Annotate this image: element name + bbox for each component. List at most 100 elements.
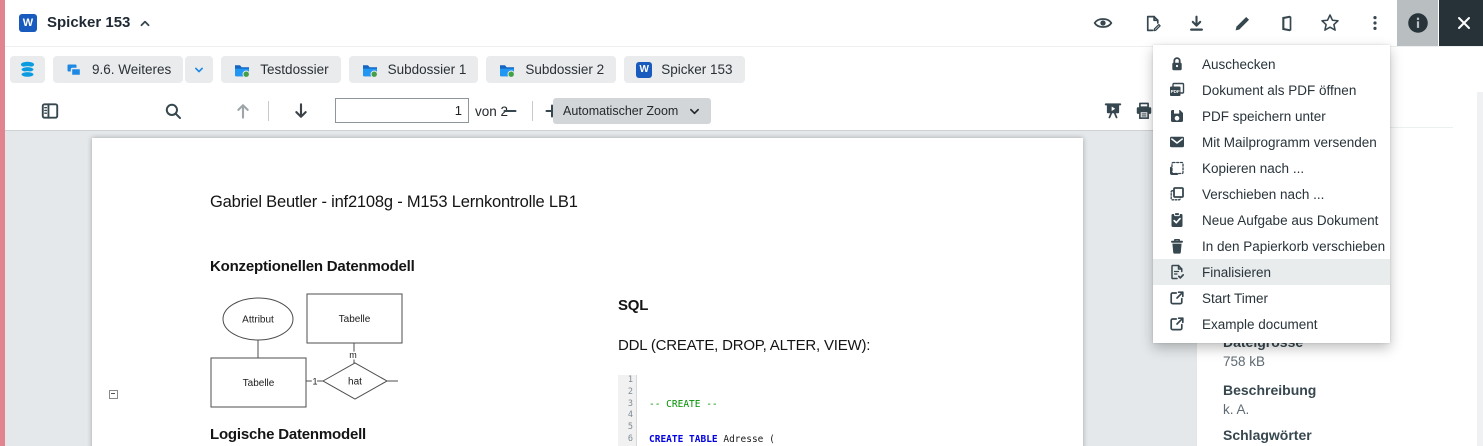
eye-icon (1093, 13, 1113, 33)
menu-item-dokument-als-pdf-oeffnen[interactable]: PDF Dokument als PDF öffnen (1153, 77, 1390, 103)
close-icon (1455, 14, 1473, 32)
next-page-button[interactable] (283, 93, 319, 129)
search-icon (163, 101, 183, 121)
more-options-button[interactable] (1357, 5, 1393, 41)
edit-document-button[interactable] (1134, 5, 1170, 41)
search-button[interactable] (155, 93, 191, 129)
mail-icon (1168, 133, 1186, 151)
zoom-out-button[interactable] (492, 93, 528, 129)
pdf-page: Gabriel Beutler - inf2108g - M153 Lernko… (92, 138, 1083, 446)
menu-item-label: In den Papierkorb verschieben (1202, 239, 1385, 254)
zoom-select-value: Automatischer Zoom (563, 104, 678, 118)
finalize-icon (1168, 263, 1186, 281)
page-title: Spicker 153 (47, 14, 130, 31)
breadcrumb-item-weiteres[interactable]: 9.6. Weiteres (53, 56, 183, 83)
word-document-icon (636, 62, 652, 78)
pencil-icon (1233, 14, 1252, 33)
save-icon (1168, 107, 1186, 125)
er-diagram: Attribut Tabelle Tabelle hat 1 m (200, 285, 410, 420)
move-icon (1168, 185, 1186, 203)
breadcrumb-label: 9.6. Weiteres (92, 62, 171, 77)
zoom-select[interactable]: Automatischer Zoom (553, 98, 711, 124)
preview-button[interactable] (1085, 5, 1121, 41)
title-bar: Spicker 153 (5, 0, 1483, 47)
menu-item-in-den-papierkorb-verschieben[interactable]: In den Papierkorb verschieben (1153, 233, 1390, 259)
menu-item-label: Neue Aufgabe aus Dokument (1202, 213, 1378, 228)
favorite-button[interactable] (1312, 5, 1348, 41)
field-value-dateigroesse: 758 kB (1223, 354, 1265, 369)
heading-logical-model: Logische Datenmodell (210, 426, 366, 443)
heading-conceptual-model: Konzeptionellen Datenmodell (210, 258, 415, 275)
diagram-cardinality-m: m (349, 350, 357, 360)
toolbar-divider (532, 101, 533, 121)
code-fold-marker[interactable] (109, 390, 118, 399)
file-edit-icon (1143, 14, 1162, 33)
menu-item-label: Auschecken (1202, 57, 1276, 72)
menu-item-auschecken[interactable]: Auschecken (1153, 51, 1390, 77)
star-icon (1320, 13, 1340, 33)
info-panel-button[interactable] (1397, 0, 1438, 46)
code-line-numbers: 123456 (618, 375, 637, 446)
minus-icon (501, 102, 519, 120)
menu-item-label: Start Timer (1202, 291, 1268, 306)
page-number-input[interactable] (335, 98, 469, 123)
menu-item-verschieben-nach[interactable]: Verschieben nach ... (1153, 181, 1390, 207)
menu-item-mit-mailprogramm-versenden[interactable]: Mit Mailprogramm versenden (1153, 129, 1390, 155)
lock-icon (1168, 55, 1186, 73)
folder-icon (498, 61, 516, 79)
annotate-button[interactable] (1224, 5, 1260, 41)
ddl-line: DDL (CREATE, DROP, ALTER, VIEW): (618, 337, 870, 354)
pdf-toolbar: von 2 Automatischer Zoom (5, 92, 1196, 131)
kebab-menu-icon (1366, 14, 1384, 32)
left-accent-border (0, 0, 5, 446)
menu-item-label: Verschieben nach ... (1202, 187, 1324, 202)
open-in-office-button[interactable] (1268, 5, 1304, 41)
print-icon (1134, 101, 1154, 121)
menu-item-label: Mit Mailprogramm versenden (1202, 135, 1377, 150)
pdf-document-icon: PDF (1168, 81, 1186, 99)
previous-page-button[interactable] (225, 93, 261, 129)
breadcrumb-label: Testdossier (260, 62, 328, 77)
menu-item-finalisieren[interactable]: Finalisieren (1153, 259, 1390, 285)
menu-item-kopieren-nach[interactable]: Kopieren nach ... (1153, 155, 1390, 181)
folder-icon (233, 61, 251, 79)
svg-text:PDF: PDF (1171, 89, 1180, 94)
code-lines: -- CREATE -- CREATE TABLE Adresse ( Adre… (637, 375, 901, 446)
menu-item-label: Example document (1202, 317, 1318, 332)
menu-item-pdf-speichern-unter[interactable]: PDF speichern unter (1153, 103, 1390, 129)
breadcrumb-item-testdossier[interactable]: Testdossier (221, 56, 340, 83)
chevron-down-icon (192, 63, 206, 77)
sidebar-toggle-button[interactable] (32, 93, 68, 129)
breadcrumb-item-subdossier-2[interactable]: Subdossier 2 (486, 56, 616, 83)
code-line: -- CREATE -- (649, 399, 901, 411)
menu-item-example-document[interactable]: Example document (1153, 311, 1390, 337)
menu-item-start-timer[interactable]: Start Timer (1153, 285, 1390, 311)
menu-item-label: Finalisieren (1202, 265, 1271, 280)
breadcrumb-label: Spicker 153 (661, 62, 732, 77)
menu-item-label: Dokument als PDF öffnen (1202, 83, 1356, 98)
chevron-down-icon (688, 105, 701, 118)
code-line: CREATE TABLE Adresse ( (649, 434, 901, 446)
sidebar-scrollbar[interactable] (1477, 46, 1483, 446)
chevron-up-icon (137, 15, 153, 31)
breadcrumb-item-spicker-153[interactable]: Spicker 153 (624, 56, 744, 83)
collapse-title-button[interactable] (127, 5, 163, 41)
breadcrumb-root-database[interactable] (10, 56, 45, 83)
external-link-icon (1168, 289, 1186, 307)
breadcrumb-item-weiteres-group: 9.6. Weiteres (53, 56, 213, 83)
sidebar-toggle-icon (40, 101, 60, 121)
download-button[interactable] (1178, 5, 1214, 41)
breadcrumb-weiteres-dropdown[interactable] (185, 56, 213, 83)
document-author-line: Gabriel Beutler - inf2108g - M153 Lernko… (210, 193, 578, 212)
presentation-icon (1103, 101, 1123, 121)
external-link-icon (1168, 315, 1186, 333)
menu-item-neue-aufgabe-aus-dokument[interactable]: Neue Aufgabe aus Dokument (1153, 207, 1390, 233)
breadcrumb-item-subdossier-1[interactable]: Subdossier 1 (349, 56, 479, 83)
arrow-down-icon (291, 101, 311, 121)
field-value-beschreibung: k. A. (1223, 402, 1249, 417)
sql-code-block: 123456 -- CREATE -- CREATE TABLE Adresse… (618, 375, 945, 446)
document-viewer-window: Spicker 153 (0, 0, 1483, 446)
menu-item-label: Kopieren nach ... (1202, 161, 1304, 176)
word-document-icon (19, 14, 37, 32)
close-button[interactable] (1439, 0, 1483, 46)
